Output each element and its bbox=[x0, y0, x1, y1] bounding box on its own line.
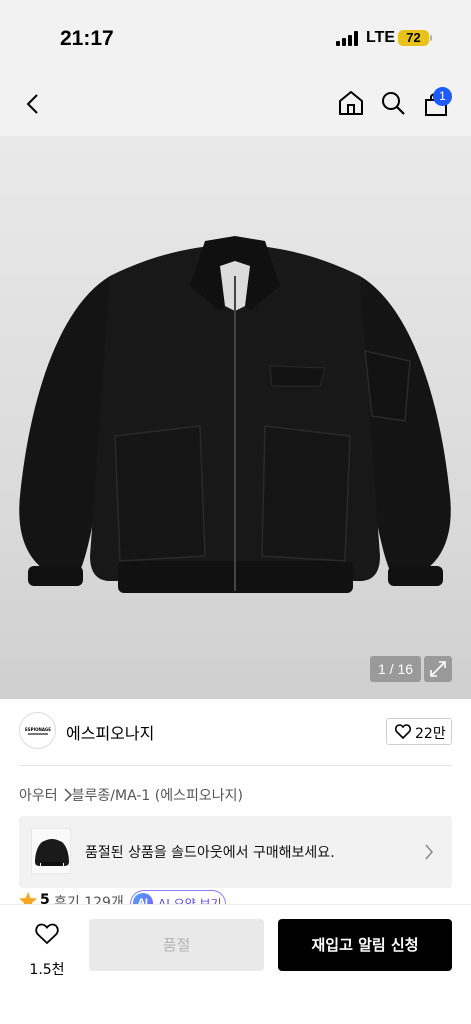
search-icon[interactable] bbox=[381, 91, 405, 115]
bottom-action-bar: 1.5천 품절 재입고 알림 신청 bbox=[0, 904, 471, 1024]
star-icon bbox=[19, 892, 37, 904]
brand-name[interactable]: 에스피오나지 bbox=[66, 720, 154, 744]
review-count[interactable]: 후기 129개 bbox=[54, 892, 124, 904]
ai-summary-button[interactable]: AI AI 요약 보기 bbox=[130, 890, 226, 904]
heart-icon bbox=[35, 923, 59, 945]
soldout-banner[interactable]: 품절된 상품을 솔드아웃에서 구매해보세요. bbox=[19, 816, 452, 888]
battery-level: 72 bbox=[406, 30, 421, 45]
battery-icon: 72 bbox=[398, 30, 432, 46]
chevron-right-icon bbox=[425, 844, 433, 860]
brand-row: ESPIONAGE 에스피오나지 22만 bbox=[0, 699, 471, 765]
signal-icon bbox=[336, 31, 358, 46]
product-image[interactable] bbox=[0, 136, 471, 699]
ai-badge: AI bbox=[133, 893, 153, 904]
heart-icon bbox=[395, 724, 411, 739]
chevron-right-icon bbox=[64, 788, 73, 802]
network-label: LTE bbox=[366, 29, 396, 46]
status-time: 21:17 bbox=[60, 27, 114, 50]
review-row: 5 후기 129개 AI AI 요약 보기 bbox=[0, 888, 471, 904]
breadcrumb-subcategory[interactable]: 블루종/MA-1 (에스피오나지) bbox=[72, 788, 243, 804]
brand-like-button[interactable]: 22만 bbox=[386, 718, 452, 745]
breadcrumb: 아우터 블루종/MA-1 (에스피오나지) bbox=[19, 785, 243, 805]
home-icon[interactable] bbox=[338, 90, 364, 116]
brand-logo-text: ESPIONAGE bbox=[25, 727, 51, 732]
brand-like-count: 22만 bbox=[415, 726, 446, 742]
jacket-image bbox=[19, 236, 451, 593]
status-bar: 21:17 LTE 72 bbox=[0, 0, 471, 72]
brand-logo[interactable]: ESPIONAGE bbox=[19, 712, 56, 749]
wish-button[interactable]: 1.5천 bbox=[18, 919, 76, 979]
restock-alert-button[interactable]: 재입고 알림 신청 bbox=[278, 919, 452, 971]
breadcrumb-category[interactable]: 아우터 bbox=[19, 788, 58, 804]
wish-count: 1.5천 bbox=[29, 962, 65, 978]
product-thumbnail bbox=[31, 828, 71, 874]
image-counter: 1 / 16 bbox=[370, 656, 421, 682]
nav-bar bbox=[0, 72, 471, 136]
soldout-button: 품절 bbox=[89, 919, 264, 971]
expand-button[interactable] bbox=[424, 656, 452, 682]
ai-summary-label: AI 요약 보기 bbox=[158, 897, 222, 904]
back-icon[interactable] bbox=[25, 94, 39, 114]
rating-value: 5 bbox=[40, 892, 50, 904]
divider bbox=[19, 765, 452, 766]
soldout-banner-text: 품절된 상품을 솔드아웃에서 구매해보세요. bbox=[85, 845, 335, 861]
cart-badge: 1 bbox=[433, 87, 452, 106]
expand-icon bbox=[430, 661, 446, 677]
